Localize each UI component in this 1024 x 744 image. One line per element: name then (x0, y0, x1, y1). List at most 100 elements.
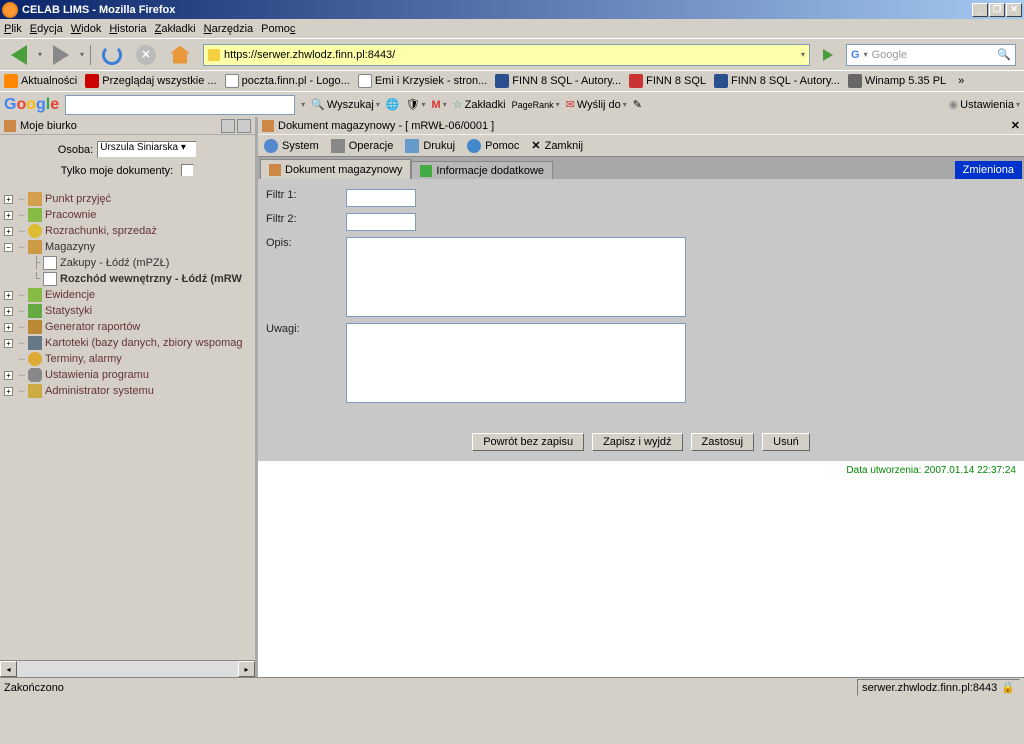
uwagi-textarea[interactable] (346, 323, 686, 403)
dm-system[interactable]: System (264, 139, 319, 153)
gbar-news-icon[interactable]: 🌐 (386, 98, 400, 111)
expand-icon[interactable]: + (4, 195, 13, 204)
sidebar-header: Moje biurko (0, 117, 255, 135)
firefox-icon (2, 2, 18, 18)
tree-zakupy[interactable]: ├Zakupy - Łódź (mPZŁ) (0, 255, 255, 271)
search-bar[interactable]: G▾ Google 🔍 (846, 44, 1016, 66)
tree-generator[interactable]: +┈Generator raportów (0, 319, 255, 335)
scroll-right-button[interactable]: ▸ (238, 661, 255, 677)
tree-statystyki[interactable]: +┈Statystyki (0, 303, 255, 319)
bookmark-emi[interactable]: Emi i Krzysiek - stron... (358, 74, 487, 88)
sidebar-scrollbar[interactable]: ◂ ▸ (0, 660, 255, 677)
home-button[interactable] (165, 42, 195, 68)
gbar-ustawienia[interactable]: ◉Ustawienia▾ (949, 98, 1020, 111)
usun-button[interactable]: Usuń (762, 433, 810, 451)
bookmark-finn2[interactable]: FINN 8 SQL (629, 74, 706, 88)
expand-icon[interactable]: + (4, 339, 13, 348)
tree-pracownie[interactable]: +┈Pracownie (0, 207, 255, 223)
tree-ewidencje[interactable]: +┈Ewidencje (0, 287, 255, 303)
close-button[interactable]: ✕ (1006, 3, 1022, 17)
url-bar[interactable]: https://serwer.zhwlodz.finn.pl:8443/ ▾ (203, 44, 810, 66)
tylko-moje-checkbox[interactable] (181, 164, 194, 177)
bookmark-winamp[interactable]: Winamp 5.35 PL (848, 74, 946, 88)
gbar-wyszukaj[interactable]: 🔍Wyszukaj▾ (311, 98, 380, 111)
expand-icon[interactable]: + (4, 227, 13, 236)
minimize-button[interactable]: _ (972, 3, 988, 17)
menu-plik[interactable]: Plik (4, 23, 22, 35)
gbar-highlight-icon[interactable]: ✎ (633, 98, 642, 111)
url-dropdown[interactable]: ▾ (801, 50, 805, 59)
tree-kartoteki[interactable]: +┈Kartoteki (bazy danych, zbiory wspomag (0, 335, 255, 351)
sidebar-btn1[interactable] (221, 119, 235, 133)
system-icon (264, 139, 278, 153)
bookmark-aktualnosci[interactable]: Aktualności (4, 74, 77, 88)
expand-icon[interactable]: + (4, 307, 13, 316)
expand-icon[interactable]: + (4, 291, 13, 300)
collapse-icon[interactable]: − (4, 243, 13, 252)
tree-ustawienia[interactable]: +┈Ustawienia programu (0, 367, 255, 383)
bookmark-poczta[interactable]: poczta.finn.pl - Logo... (225, 74, 350, 88)
search-icon[interactable]: 🔍 (997, 48, 1011, 61)
bookmark-finn1[interactable]: FINN 8 SQL - Autory... (495, 74, 621, 88)
back-button[interactable] (4, 42, 34, 68)
forward-button[interactable] (46, 42, 76, 68)
menu-pomoc[interactable]: Pomoc (261, 23, 295, 35)
tree-magazyny[interactable]: −┈Magazyny (0, 239, 255, 255)
google-search-input[interactable] (65, 95, 295, 115)
filtr1-input[interactable] (346, 189, 416, 207)
bookmark-finn3[interactable]: FINN 8 SQL - Autory... (714, 74, 840, 88)
dm-zamknij[interactable]: ✕Zamknij (531, 139, 583, 152)
go-button[interactable] (818, 45, 838, 65)
menu-narzedzia[interactable]: Narzędzia (204, 23, 254, 35)
expand-icon[interactable]: + (4, 211, 13, 220)
search-g-icon: 🔍 (311, 98, 325, 111)
back-dropdown[interactable]: ▾ (38, 50, 42, 59)
dm-drukuj[interactable]: Drukuj (405, 139, 455, 153)
maximize-button[interactable]: ❐ (989, 3, 1005, 17)
gbar-blocker[interactable]: 🛡▾ (406, 98, 426, 111)
opis-textarea[interactable] (346, 237, 686, 317)
bookmark-przegladaj[interactable]: Przeglądaj wszystkie ... (85, 74, 216, 88)
powrot-button[interactable]: Powrót bez zapisu (472, 433, 584, 451)
tree-terminy[interactable]: ┈Terminy, alarmy (0, 351, 255, 367)
doc-close-button[interactable]: ✕ (1011, 119, 1020, 132)
tree-punkt[interactable]: +┈Punkt przyjęć (0, 191, 255, 207)
star-icon: ☆ (453, 98, 463, 111)
stop-button[interactable]: ✕ (131, 42, 161, 68)
osoba-select[interactable]: Urszula Siniarska ▾ (97, 141, 197, 158)
lock-icon (208, 49, 220, 61)
expand-icon[interactable]: + (4, 387, 13, 396)
gbar-pagerank[interactable]: PageRank▾ (512, 100, 560, 110)
menu-widok[interactable]: Widok (71, 23, 102, 35)
tree-rozchod[interactable]: └Rozchód wewnętrzny - Łódź (mRW (0, 271, 255, 287)
tab-dokument[interactable]: Dokument magazynowy (260, 159, 411, 179)
menu-historia[interactable]: Historia (109, 23, 146, 35)
opis-label: Opis: (266, 237, 346, 249)
menu-edycja[interactable]: Edycja (30, 23, 63, 35)
dm-operacje[interactable]: Operacje (331, 139, 394, 153)
dm-pomoc[interactable]: Pomoc (467, 139, 519, 153)
uwagi-label: Uwagi: (266, 323, 346, 335)
tab-informacje[interactable]: Informacje dodatkowe (411, 161, 553, 179)
reload-icon (102, 45, 122, 65)
scroll-left-button[interactable]: ◂ (0, 661, 17, 677)
gbar-gmail[interactable]: M▾ (432, 99, 447, 111)
menu-zakladki[interactable]: Zakładki (155, 23, 196, 35)
settings-icon: ◉ (949, 98, 959, 111)
tree-admin[interactable]: +┈Administrator systemu (0, 383, 255, 399)
gbar-zakladki[interactable]: ☆Zakładki (453, 98, 506, 111)
expand-icon[interactable]: + (4, 371, 13, 380)
zastosuj-button[interactable]: Zastosuj (691, 433, 755, 451)
sidebar-btn2[interactable] (237, 119, 251, 133)
filtr2-input[interactable] (346, 213, 416, 231)
gbar-wyslij[interactable]: ✉Wyślij do▾ (566, 98, 627, 111)
forward-dropdown[interactable]: ▾ (80, 50, 84, 59)
bookmarks-overflow[interactable]: » (958, 75, 964, 87)
scroll-track[interactable] (17, 661, 238, 677)
tree-rozrachunki[interactable]: +┈Rozrachunki, sprzedaż (0, 223, 255, 239)
db-icon (28, 336, 42, 350)
gsearch-dropdown[interactable]: ▾ (301, 100, 305, 109)
zapisz-button[interactable]: Zapisz i wyjdź (592, 433, 682, 451)
reload-button[interactable] (97, 42, 127, 68)
expand-icon[interactable]: + (4, 323, 13, 332)
